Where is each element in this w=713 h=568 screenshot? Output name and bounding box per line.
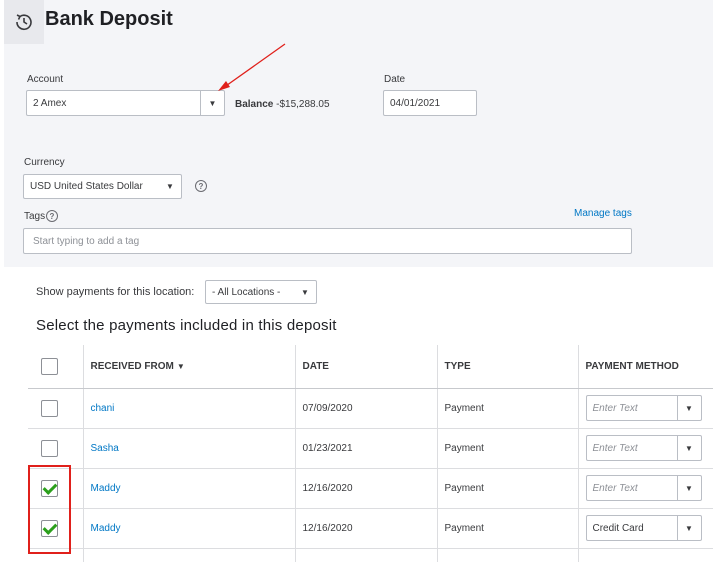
row-checkbox[interactable] bbox=[41, 399, 58, 417]
tags-placeholder: Start typing to add a tag bbox=[33, 235, 140, 247]
deposit-header-panel bbox=[4, 0, 713, 267]
payment-method-cell: Credit Card ▼ bbox=[577, 508, 713, 549]
payment-method-value: Enter Text bbox=[592, 442, 638, 454]
column-date: DATE bbox=[294, 345, 437, 389]
payment-method-cell: Enter Text ▼ bbox=[577, 388, 713, 429]
row-checkbox[interactable] bbox=[41, 439, 58, 457]
payment-method-cell bbox=[577, 548, 713, 562]
received-from-cell: chani bbox=[82, 388, 295, 429]
tags-help-icon[interactable]: ? bbox=[46, 210, 58, 222]
customer-link[interactable]: Sasha bbox=[91, 443, 119, 454]
chevron-down-icon[interactable]: ▼ bbox=[294, 281, 316, 303]
account-label: Account bbox=[27, 74, 64, 85]
history-button[interactable] bbox=[4, 0, 44, 44]
received-from-cell: Maddy bbox=[82, 468, 295, 509]
payment-method-cell: Enter Text ▼ bbox=[577, 468, 713, 509]
currency-value: USD United States Dollar bbox=[30, 181, 143, 192]
chevron-down-icon[interactable]: ▼ bbox=[676, 396, 701, 420]
payments-section-title: Select the payments included in this dep… bbox=[36, 317, 337, 334]
customer-link[interactable]: chani bbox=[91, 403, 115, 414]
table-row bbox=[28, 548, 713, 562]
type-cell: Payment bbox=[436, 468, 578, 509]
location-select[interactable]: - All Locations - ▼ bbox=[205, 280, 317, 304]
date-cell: 12/16/2020 bbox=[294, 508, 437, 549]
page-title: Bank Deposit bbox=[45, 8, 173, 30]
column-received-from[interactable]: RECEIVED FROM ▼ bbox=[82, 345, 295, 389]
chevron-down-icon[interactable]: ▼ bbox=[676, 436, 701, 460]
chevron-down-icon[interactable]: ▼ bbox=[676, 476, 701, 500]
currency-help-icon[interactable]: ? bbox=[195, 180, 207, 192]
annotation-highlight-box bbox=[28, 465, 71, 554]
payment-method-select[interactable]: Credit Card ▼ bbox=[585, 515, 702, 541]
table-row: Maddy 12/16/2020 Payment Credit Card ▼ bbox=[28, 508, 713, 549]
date-label: Date bbox=[384, 74, 406, 85]
payment-method-select[interactable]: Enter Text ▼ bbox=[585, 475, 702, 501]
balance-label: Balance bbox=[235, 99, 274, 110]
select-all-cell bbox=[28, 345, 83, 389]
chevron-down-icon[interactable]: ▼ bbox=[200, 91, 224, 115]
received-from-cell bbox=[82, 548, 295, 562]
chevron-down-icon[interactable]: ▼ bbox=[676, 516, 701, 540]
type-cell: Payment bbox=[436, 508, 578, 549]
date-value: 04/01/2021 bbox=[390, 97, 441, 109]
table-row: Maddy 12/16/2020 Payment Enter Text ▼ bbox=[28, 468, 713, 509]
account-select[interactable]: 2 Amex ▼ bbox=[26, 90, 225, 116]
date-cell: 12/16/2020 bbox=[294, 468, 437, 509]
select-all-checkbox[interactable] bbox=[41, 357, 58, 375]
received-from-cell: Sasha bbox=[82, 428, 295, 469]
type-cell: Payment bbox=[436, 388, 578, 429]
payment-method-select[interactable]: Enter Text ▼ bbox=[585, 435, 702, 461]
tags-input[interactable]: Start typing to add a tag bbox=[23, 228, 632, 254]
date-cell bbox=[294, 548, 437, 562]
column-payment-method: PAYMENT METHOD bbox=[577, 345, 713, 389]
customer-link[interactable]: Maddy bbox=[91, 523, 121, 534]
chevron-down-icon[interactable]: ▼ bbox=[159, 175, 181, 198]
type-cell: Payment bbox=[436, 428, 578, 469]
payment-method-value: Enter Text bbox=[592, 482, 638, 494]
payment-method-cell: Enter Text ▼ bbox=[577, 428, 713, 469]
currency-label: Currency bbox=[24, 157, 65, 168]
location-value: - All Locations - bbox=[212, 286, 281, 298]
tags-label: Tags bbox=[24, 211, 46, 222]
currency-select[interactable]: USD United States Dollar ▼ bbox=[23, 174, 182, 199]
type-cell bbox=[436, 548, 578, 562]
table-row: Sasha 01/23/2021 Payment Enter Text ▼ bbox=[28, 428, 713, 469]
location-filter-label: Show payments for this location: bbox=[36, 286, 195, 298]
table-row: chani 07/09/2020 Payment Enter Text ▼ bbox=[28, 388, 713, 429]
balance-value: -$15,288.05 bbox=[276, 99, 330, 110]
payment-method-value: Credit Card bbox=[592, 522, 644, 534]
date-cell: 07/09/2020 bbox=[294, 388, 437, 429]
received-from-cell: Maddy bbox=[82, 508, 295, 549]
row-select-cell bbox=[28, 388, 83, 429]
date-input[interactable]: 04/01/2021 bbox=[383, 90, 477, 116]
customer-link[interactable]: Maddy bbox=[91, 483, 121, 494]
account-value: 2 Amex bbox=[33, 97, 67, 109]
sort-down-icon: ▼ bbox=[176, 361, 185, 371]
history-clock-icon bbox=[16, 14, 32, 30]
row-select-cell bbox=[28, 428, 83, 469]
account-balance: Balance -$15,288.05 bbox=[235, 99, 330, 110]
date-cell: 01/23/2021 bbox=[294, 428, 437, 469]
table-header-row: RECEIVED FROM ▼ DATE TYPE PAYMENT METHOD bbox=[28, 345, 713, 389]
payment-method-value: Enter Text bbox=[592, 402, 638, 414]
payment-method-select[interactable]: Enter Text ▼ bbox=[585, 395, 702, 421]
column-received-from-label: RECEIVED FROM bbox=[90, 360, 174, 372]
column-type: TYPE bbox=[436, 345, 578, 389]
manage-tags-link[interactable]: Manage tags bbox=[574, 208, 632, 219]
payments-table: RECEIVED FROM ▼ DATE TYPE PAYMENT METHOD … bbox=[28, 345, 713, 562]
